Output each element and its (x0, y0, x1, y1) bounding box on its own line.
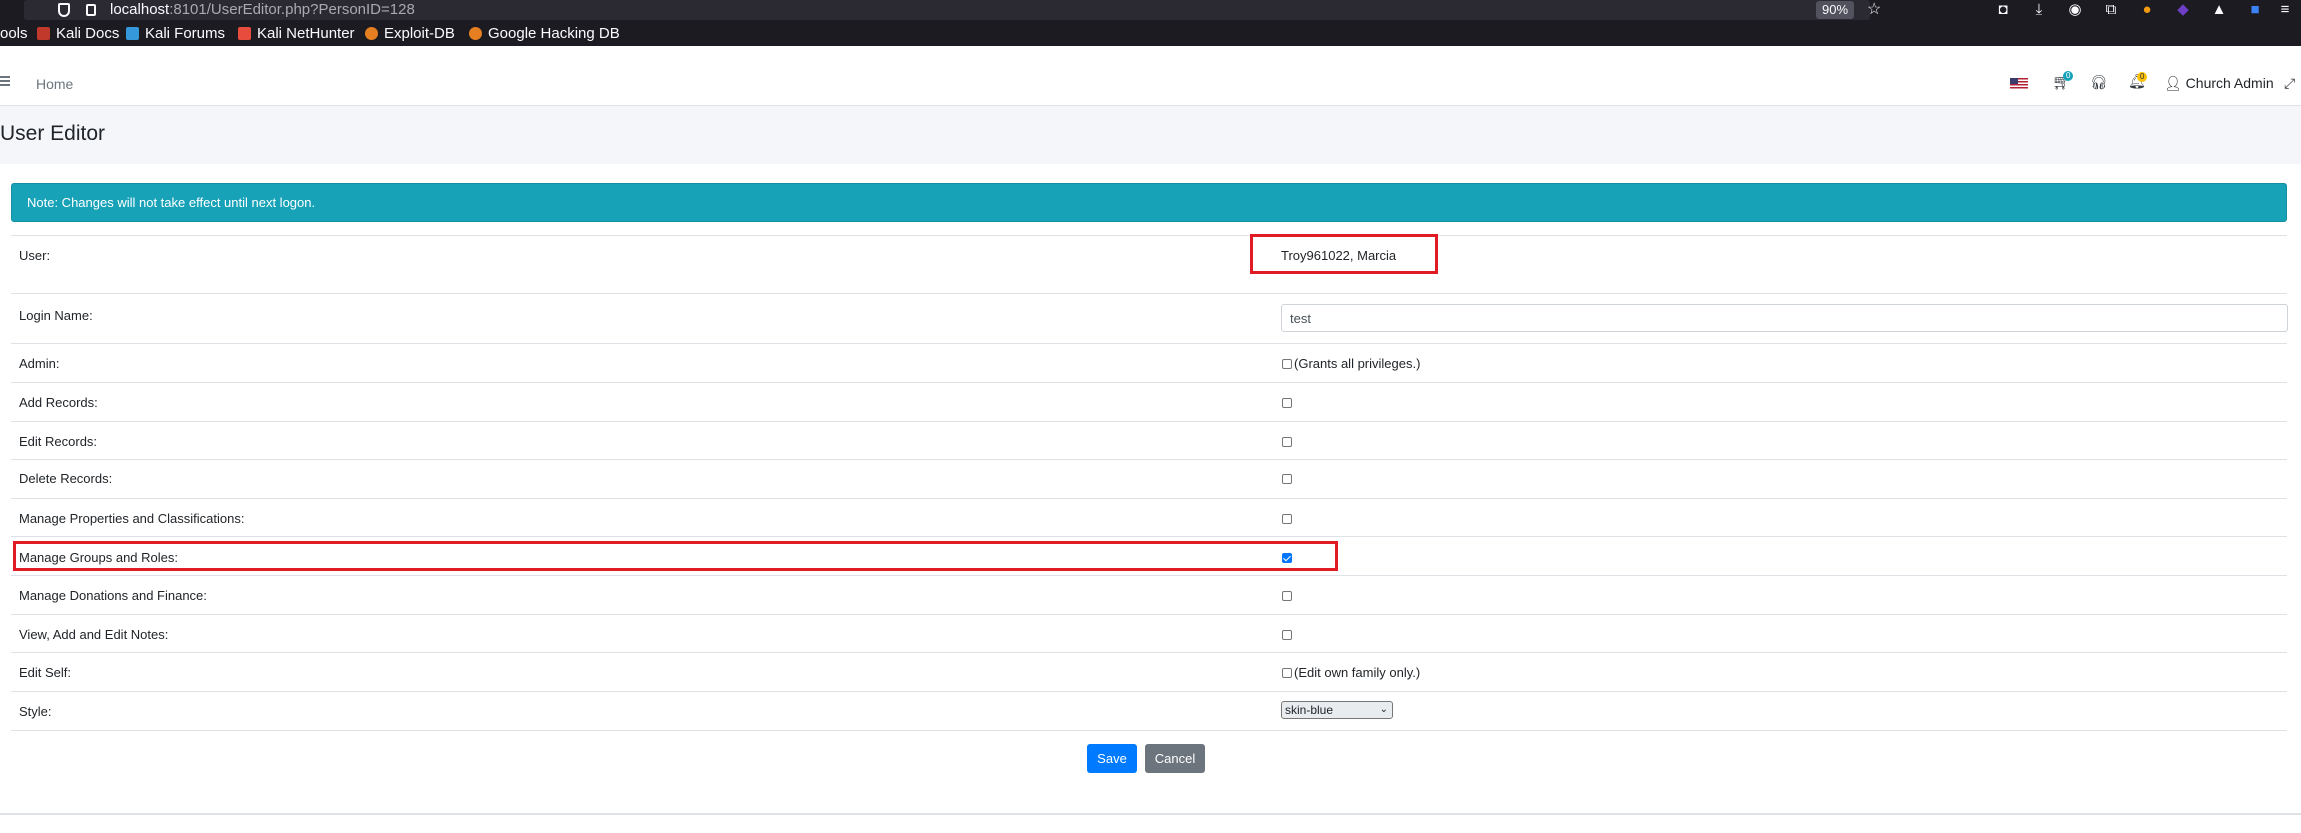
user-label: User: (19, 248, 51, 263)
bookmark-tools[interactable]: ools (0, 24, 28, 44)
row-admin: Admin: (Grants all privileges.) (11, 343, 2287, 382)
kali-forums-favicon-icon (126, 27, 139, 40)
bookmarks-toolbar: ools Kali Docs Kali Forums Kali NetHunte… (0, 22, 2301, 46)
google-hacking-db-favicon-icon (469, 27, 482, 40)
notes-option (1282, 627, 1294, 642)
edit-self-hint: (Edit own family only.) (1294, 665, 1421, 680)
bookmark-kali-nethunter[interactable]: Kali NetHunter (238, 24, 355, 44)
row-notes: View, Add and Edit Notes: (11, 614, 2287, 652)
sidebar-toggle-icon[interactable] (0, 76, 10, 86)
login-name-input[interactable] (1281, 304, 2288, 332)
row-delete-records: Delete Records: (11, 459, 2287, 498)
manage-properties-option (1282, 511, 1294, 526)
pocket-icon[interactable]: ◘ (1994, 0, 2012, 20)
user-highlight-box (1250, 234, 1438, 274)
row-style: Style: skin-blue ⌄ (11, 691, 2287, 731)
kali-docs-favicon-icon (37, 27, 50, 40)
support-headset-icon[interactable]: 🎧︎ (2090, 74, 2108, 91)
cart-count-badge: 0 (2063, 71, 2074, 81)
save-button[interactable]: Save (1087, 744, 1137, 773)
manage-properties-checkbox[interactable] (1282, 514, 1292, 524)
row-login-name: Login Name: (11, 293, 2288, 343)
notes-label: View, Add and Edit Notes: (19, 627, 169, 642)
manage-donations-option (1282, 588, 1294, 603)
row-manage-donations: Manage Donations and Finance: (11, 575, 2287, 614)
style-select-value: skin-blue (1285, 703, 1334, 717)
delete-records-checkbox[interactable] (1282, 474, 1292, 484)
user-menu[interactable]: 👤︎ Church Admin (2164, 75, 2274, 92)
content-header: User Editor (0, 106, 2301, 164)
kali-nethunter-favicon-icon (238, 27, 251, 40)
page-title: User Editor (0, 122, 106, 145)
add-records-option (1282, 395, 1294, 410)
edit-records-label: Edit Records: (19, 434, 98, 449)
browser-toolbar: localhost:8101/UserEditor.php?PersonID=1… (0, 0, 2301, 22)
bookmark-star-icon[interactable]: ☆ (1867, 0, 1881, 20)
zoom-indicator[interactable]: 90% (1816, 1, 1854, 19)
info-alert: Note: Changes will not take effect until… (11, 183, 2287, 222)
edit-records-option (1282, 434, 1294, 449)
user-name: Church Admin (2185, 75, 2274, 91)
extension-purple-icon[interactable]: ◆ (2174, 0, 2192, 20)
manage-donations-label: Manage Donations and Finance: (19, 588, 207, 603)
extensions-icon[interactable]: ⧉ (2102, 0, 2120, 20)
extension-orange-icon[interactable]: ● (2138, 0, 2156, 20)
notes-checkbox[interactable] (1282, 630, 1292, 640)
edit-records-checkbox[interactable] (1282, 437, 1292, 447)
admin-option: (Grants all privileges.) (1282, 356, 1420, 371)
admin-label: Admin: (19, 356, 60, 371)
notifications-count-badge: 0 (2137, 72, 2148, 82)
login-name-label: Login Name: (19, 308, 93, 323)
manage-groups-highlight-box (13, 541, 1338, 571)
footer-divider (0, 813, 2301, 815)
manage-properties-label: Manage Properties and Classifications: (19, 511, 245, 526)
cancel-button[interactable]: Cancel (1145, 744, 1205, 773)
row-edit-records: Edit Records: (11, 421, 2287, 459)
extension-shield-icon[interactable]: ■ (2246, 0, 2264, 20)
url-host: localhost (110, 1, 170, 18)
row-edit-self: Edit Self: (Edit own family only.) (11, 652, 2287, 691)
account-icon[interactable]: ◉ (2066, 0, 2084, 20)
bookmark-kali-docs[interactable]: Kali Docs (37, 24, 119, 44)
admin-hint: (Grants all privileges.) (1294, 356, 1421, 371)
add-records-checkbox[interactable] (1282, 398, 1292, 408)
language-flag-icon[interactable] (2010, 78, 2028, 89)
extension-hat-icon[interactable]: ▲ (2210, 0, 2228, 20)
edit-self-checkbox[interactable] (1282, 668, 1292, 678)
bookmark-kali-forums[interactable]: Kali Forums (126, 24, 225, 44)
edit-self-label: Edit Self: (19, 665, 72, 680)
delete-records-label: Delete Records: (19, 471, 113, 486)
page-info-icon[interactable] (86, 4, 96, 16)
row-user: User: Troy961022, Marcia (11, 235, 2287, 275)
row-manage-properties: Manage Properties and Classifications: (11, 498, 2287, 536)
exploit-db-favicon-icon (365, 27, 378, 40)
edit-self-option: (Edit own family only.) (1282, 665, 1420, 680)
add-records-label: Add Records: (19, 395, 98, 410)
delete-records-option (1282, 471, 1294, 486)
url-text[interactable]: localhost:8101/UserEditor.php?PersonID=1… (110, 1, 415, 19)
chevron-down-icon: ⌄ (1379, 704, 1388, 715)
downloads-icon[interactable]: ⤓ (2030, 0, 2048, 20)
bookmark-google-hacking-db[interactable]: Google Hacking DB (469, 24, 620, 44)
user-icon: 👤︎ (2164, 75, 2186, 91)
row-add-records: Add Records: (11, 382, 2287, 421)
admin-checkbox[interactable] (1282, 359, 1292, 369)
style-select[interactable]: skin-blue ⌄ (1281, 701, 1393, 719)
bookmark-exploit-db[interactable]: Exploit-DB (365, 24, 455, 44)
tracking-shield-icon[interactable] (58, 3, 70, 17)
top-navbar: Home 🛒︎ 0 🎧︎ 🔔︎ 0 👤︎ Church Admin ⤢ (0, 62, 2301, 106)
fullscreen-icon[interactable]: ⤢ (2284, 75, 2295, 92)
nav-home-link[interactable]: Home (36, 76, 73, 92)
manage-donations-checkbox[interactable] (1282, 591, 1292, 601)
url-path: :8101/UserEditor.php?PersonID=128 (169, 1, 415, 18)
url-bar[interactable]: localhost:8101/UserEditor.php?PersonID=1… (24, 0, 1881, 20)
menu-icon[interactable]: ≡ (2276, 0, 2294, 20)
style-label: Style: (19, 704, 52, 719)
